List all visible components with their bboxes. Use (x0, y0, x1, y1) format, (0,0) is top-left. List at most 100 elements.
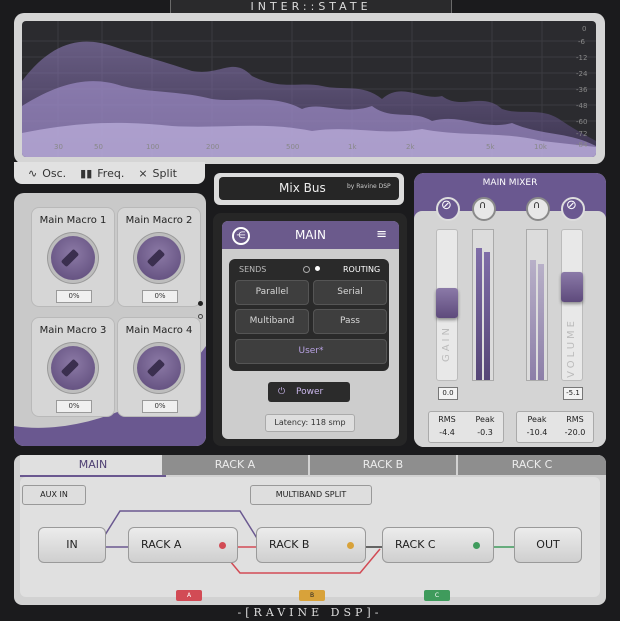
tab-split[interactable]: ⨯ Split (138, 167, 177, 180)
macro-3-value[interactable]: 0% (56, 400, 92, 413)
page-dot-active[interactable] (198, 301, 203, 306)
svg-text:200: 200 (206, 143, 219, 151)
peak-label: Peak (475, 415, 495, 424)
peak-value: -0.3 (477, 428, 493, 437)
node-rack-c-label: RACK C (395, 538, 436, 551)
input-meter (472, 229, 494, 381)
svg-text:10k: 10k (534, 143, 548, 151)
svg-text:1k: 1k (348, 143, 357, 151)
macro-2-value[interactable]: 0% (142, 290, 178, 303)
macro-3-label: Main Macro 3 (39, 325, 107, 336)
gain-fader[interactable]: GAIN (436, 229, 458, 381)
preset-name: Mix Bus (279, 181, 326, 195)
svg-text:0: 0 (582, 25, 586, 33)
macro-1-knob[interactable] (51, 236, 95, 280)
mono-right-button[interactable]: ∩ (526, 197, 550, 221)
rack-b-dot (347, 542, 354, 549)
tab-rack-b[interactable]: RACK B (310, 455, 456, 475)
svg-text:-72: -72 (576, 130, 587, 138)
tab-osc[interactable]: ∿ Osc. (28, 167, 66, 180)
rack-c-tag[interactable]: C (424, 590, 450, 601)
svg-text:5k: 5k (486, 143, 495, 151)
spectrum-graph: 30 50 100 200 500 1k 2k 5k 10k 0 -6 -12 … (22, 21, 596, 157)
phase-icon: ⊘ (441, 198, 452, 213)
node-rack-b[interactable]: RACK B (256, 527, 366, 563)
stereo-icon: ∩ (479, 200, 487, 211)
rack-a-dot (219, 542, 226, 549)
multiband-split-button[interactable]: MULTIBAND SPLIT (250, 485, 372, 505)
routing-box: SENDS ROUTING Parallel Serial Multiband … (229, 259, 389, 371)
sends-label[interactable]: SENDS (239, 265, 266, 274)
phase-invert-left-button[interactable]: ⊘ (436, 197, 460, 221)
menu-icon[interactable]: ≡ (376, 227, 387, 242)
node-rack-a-label: RACK A (141, 538, 182, 551)
power-button[interactable]: ⏻ Power (268, 382, 350, 402)
macro-3-knob[interactable] (51, 346, 95, 390)
volume-fader-handle[interactable] (561, 272, 583, 302)
serial-button[interactable]: Serial (313, 280, 387, 305)
parallel-button[interactable]: Parallel (235, 280, 309, 305)
preset-bar: Mix Bus by Ravine DSP (214, 173, 404, 205)
svg-text:-48: -48 (576, 102, 587, 110)
spectrum-tabs: ∿ Osc. ▮▮ Freq. ⨯ Split (14, 162, 205, 184)
tab-rack-a[interactable]: RACK A (162, 455, 308, 475)
input-stats: RMS Peak -4.4 -0.3 (428, 411, 504, 443)
knob-pointer-icon (60, 358, 80, 378)
gain-value[interactable]: 0.0 (438, 387, 458, 400)
pass-button[interactable]: Pass (313, 309, 387, 334)
macro-3: Main Macro 3 0% (31, 317, 115, 417)
macro-1-value[interactable]: 0% (56, 290, 92, 303)
volume-value[interactable]: -5.1 (563, 387, 583, 400)
svg-text:500: 500 (286, 143, 299, 151)
macro-4: Main Macro 4 0% (117, 317, 201, 417)
meter-bar-left (530, 260, 536, 380)
macro-4-knob[interactable] (137, 346, 181, 390)
rack-a-tag[interactable]: A (176, 590, 202, 601)
bars-icon: ▮▮ (80, 166, 93, 180)
routing-canvas: AUX IN MULTIBAND SPLIT IN RACK A RACK B … (20, 477, 600, 597)
tab-rack-c[interactable]: RACK C (458, 455, 606, 475)
node-rack-c[interactable]: RACK C (382, 527, 494, 563)
macro-2: Main Macro 2 0% (117, 207, 201, 307)
svg-text:-84: -84 (576, 141, 588, 149)
macro-2-knob[interactable] (137, 236, 181, 280)
rms-value: -20.0 (564, 428, 586, 437)
multiband-button[interactable]: Multiband (235, 309, 309, 334)
macro-4-value[interactable]: 0% (142, 400, 178, 413)
volume-label: VOLUME (566, 318, 577, 378)
routing-labels: SENDS ROUTING (239, 265, 381, 274)
svg-text:-60: -60 (576, 118, 587, 126)
node-rack-b-label: RACK B (269, 538, 310, 551)
page-dot[interactable] (198, 314, 203, 319)
macro-1: Main Macro 1 0% (31, 207, 115, 307)
aux-in-button[interactable]: AUX IN (22, 485, 86, 505)
gain-fader-handle[interactable] (436, 288, 458, 318)
mono-left-button[interactable]: ∩ (472, 197, 496, 221)
main-title: MAIN (294, 228, 327, 242)
user-preset-button[interactable]: User* (235, 339, 387, 364)
svg-text:100: 100 (146, 143, 159, 151)
meter-bar-right (484, 252, 490, 380)
node-out[interactable]: OUT (514, 527, 582, 563)
svg-text:-36: -36 (576, 86, 588, 94)
tab-main[interactable]: MAIN (20, 455, 166, 477)
rack-area: MAIN RACK A RACK B RACK C AUX IN MULTIBA… (14, 455, 606, 605)
latency-display: Latency: 118 smp (265, 414, 355, 432)
rms-label: RMS (438, 415, 456, 424)
routing-label[interactable]: ROUTING (343, 265, 380, 274)
svg-text:2k: 2k (406, 143, 415, 151)
tab-freq[interactable]: ▮▮ Freq. (80, 167, 124, 180)
node-rack-a[interactable]: RACK A (128, 527, 238, 563)
phase-invert-right-button[interactable]: ⊘ (561, 197, 585, 221)
tab-osc-label: Osc. (42, 166, 67, 180)
rack-b-tag[interactable]: B (299, 590, 325, 601)
node-in[interactable]: IN (38, 527, 106, 563)
volume-fader[interactable]: VOLUME (561, 229, 583, 381)
svg-text:30: 30 (54, 143, 63, 151)
routing-dot[interactable] (315, 266, 320, 271)
gain-label: GAIN (441, 325, 452, 363)
sends-dot[interactable] (303, 266, 310, 273)
output-stats: Peak RMS -10.4 -20.0 (516, 411, 594, 443)
meter-bar-right (538, 264, 544, 380)
preset-display[interactable]: Mix Bus by Ravine DSP (219, 177, 399, 200)
